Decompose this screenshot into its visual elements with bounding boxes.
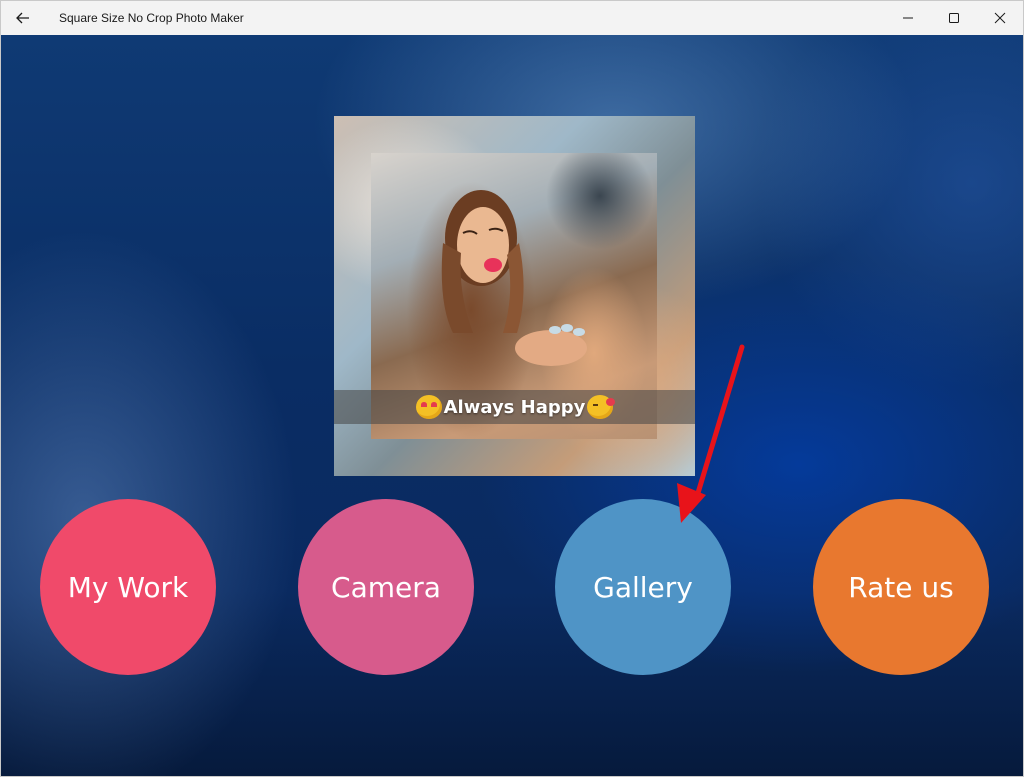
rate-us-label: Rate us <box>848 570 954 604</box>
kissing-emoji-icon <box>587 395 616 419</box>
camera-button[interactable]: Camera <box>298 499 474 675</box>
minimize-button[interactable] <box>885 1 931 35</box>
caption-text: Always Happy <box>443 396 586 418</box>
window-controls <box>885 1 1023 35</box>
window-title: Square Size No Crop Photo Maker <box>59 11 244 25</box>
close-button[interactable] <box>977 1 1023 35</box>
heart-eyes-emoji-icon <box>415 395 442 419</box>
close-icon <box>994 12 1006 24</box>
gallery-button[interactable]: Gallery <box>555 499 731 675</box>
app-window: Square Size No Crop Photo Maker Always H… <box>0 0 1024 777</box>
camera-label: Camera <box>331 570 441 604</box>
face-illustration <box>441 190 524 333</box>
gallery-label: Gallery <box>593 570 693 604</box>
title-bar: Square Size No Crop Photo Maker <box>1 1 1023 35</box>
main-content: Always Happy My Work Camera Gallery Rate… <box>1 35 1023 776</box>
rate-us-button[interactable]: Rate us <box>813 499 989 675</box>
preview-photo: Always Happy <box>334 116 695 476</box>
maximize-icon <box>949 13 959 23</box>
maximize-button[interactable] <box>931 1 977 35</box>
my-work-button[interactable]: My Work <box>40 499 216 675</box>
my-work-label: My Work <box>67 570 189 604</box>
caption-band: Always Happy <box>334 390 695 424</box>
hand-illustration <box>515 324 587 366</box>
back-arrow-icon <box>16 12 29 24</box>
minimize-icon <box>903 17 913 19</box>
back-button[interactable] <box>1 1 45 35</box>
